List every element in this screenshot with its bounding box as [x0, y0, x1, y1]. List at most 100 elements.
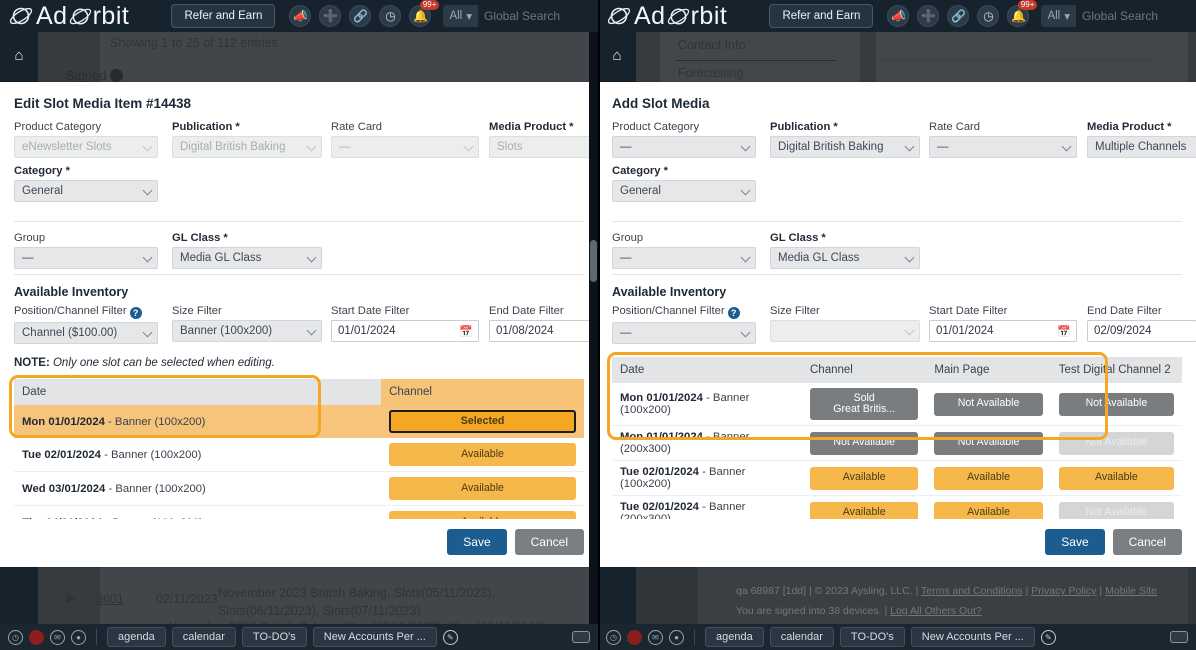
left-bg-row-id[interactable]: 3601	[96, 592, 124, 606]
taskbar-btn-agenda[interactable]: agenda	[705, 627, 764, 647]
taskbar-btn-calendar[interactable]: calendar	[769, 627, 834, 647]
rate-card-select[interactable]: —	[929, 136, 1077, 158]
category-select[interactable]: General	[612, 180, 756, 202]
slot-status-notavail-light[interactable]: Not Available	[1058, 431, 1174, 455]
stop-icon[interactable]: ■	[627, 629, 642, 645]
link-icon[interactable]: 🔗	[349, 5, 372, 27]
calendar-icon[interactable]: 📅	[1057, 325, 1071, 338]
slot-status-avail[interactable]: Available	[1058, 466, 1174, 490]
plus-icon[interactable]: ➕	[917, 5, 940, 27]
slot-status-notavail[interactable]: Not Available	[934, 392, 1043, 416]
size-filter-field[interactable]: Size Filter Banner (100x200)	[172, 305, 322, 342]
publication-select[interactable]: Digital British Baking	[770, 136, 920, 158]
end-date-filter-input[interactable]: 01/08/2024	[489, 320, 598, 342]
right-tab-forecasting[interactable]: Forecasting	[678, 66, 743, 80]
group-field[interactable]: Group —	[14, 232, 158, 269]
search-scope-select[interactable]: All ▾	[1041, 5, 1076, 27]
brand-logo[interactable]: Ad rbit	[0, 2, 171, 31]
plus-icon[interactable]: ➕	[319, 5, 342, 27]
product-category-field[interactable]: Product Category —	[612, 121, 756, 158]
media-product-field[interactable]: Media Product * Slots	[489, 121, 598, 158]
position-channel-filter-select[interactable]: —	[612, 322, 756, 344]
position-channel-filter-field[interactable]: Position/Channel Filter? Channel ($100.0…	[14, 305, 158, 344]
bell-icon[interactable]: 🔔 99+	[409, 0, 440, 27]
start-date-filter-field[interactable]: Start Date Filter 01/01/2024 📅	[929, 305, 1077, 342]
clock-icon[interactable]: ◷	[8, 629, 23, 645]
privacy-link[interactable]: Privacy Policy	[1031, 585, 1096, 597]
taskbar-btn-calendar[interactable]: calendar	[171, 627, 236, 647]
megaphone-icon[interactable]: 📣	[887, 5, 910, 27]
slot-status-avail[interactable]: Available	[934, 466, 1043, 490]
group-select[interactable]: —	[612, 247, 756, 269]
taskbar-btn-new-accounts[interactable]: New Accounts Per ...	[312, 627, 437, 647]
rate-card-select[interactable]: —	[331, 136, 479, 158]
clock-icon[interactable]: ◷	[977, 5, 1000, 27]
size-filter-select[interactable]	[770, 320, 920, 342]
chat-icon[interactable]	[572, 631, 590, 643]
position-channel-filter-select[interactable]: Channel ($100.00)	[14, 322, 158, 344]
terms-link[interactable]: Terms and Conditions	[921, 585, 1023, 597]
refer-and-earn-button[interactable]: Refer and Earn	[769, 4, 874, 28]
start-date-filter-field[interactable]: Start Date Filter 01/01/2024 📅	[331, 305, 479, 342]
right-tab-contact-info[interactable]: Contact Info	[678, 38, 745, 52]
media-product-select[interactable]: Slots	[489, 136, 598, 158]
bell-icon[interactable]: 🔔 99+	[1007, 0, 1038, 27]
gl-class-select[interactable]: Media GL Class	[770, 247, 920, 269]
mail-icon[interactable]: ✉	[648, 629, 663, 645]
publication-select[interactable]: Digital British Baking	[172, 136, 322, 158]
category-field[interactable]: Category * General	[612, 165, 756, 202]
media-product-field[interactable]: Media Product * Multiple Channels	[1087, 121, 1196, 158]
end-date-filter-field[interactable]: End Date Filter 02/09/2024	[1087, 305, 1196, 342]
chat-icon[interactable]	[1170, 631, 1188, 643]
product-category-select[interactable]: —	[612, 136, 756, 158]
cancel-button[interactable]: Cancel	[1112, 529, 1182, 555]
taskbar-btn-todos[interactable]: TO-DO's	[839, 627, 905, 647]
cancel-button[interactable]: Cancel	[514, 529, 584, 555]
end-date-filter-input[interactable]: 02/09/2024	[1087, 320, 1196, 342]
palette-icon[interactable]: ●	[669, 629, 684, 645]
mail-icon[interactable]: ✉	[50, 629, 65, 645]
search-input[interactable]	[478, 5, 598, 27]
brand-logo[interactable]: Ad rbit	[598, 2, 769, 31]
gl-class-select[interactable]: Media GL Class	[172, 247, 322, 269]
link-icon[interactable]: 🔗	[947, 5, 970, 27]
pencil-icon[interactable]: ✎	[442, 629, 458, 645]
publication-field[interactable]: Publication * Digital British Baking	[172, 121, 322, 158]
palette-icon[interactable]: ●	[71, 629, 86, 645]
refer-and-earn-button[interactable]: Refer and Earn	[171, 4, 276, 28]
start-date-filter-input[interactable]: 01/01/2024 📅	[929, 320, 1077, 342]
save-button[interactable]: Save	[447, 529, 507, 555]
calendar-icon[interactable]: 📅	[459, 325, 473, 338]
rate-card-field[interactable]: Rate Card —	[331, 121, 479, 158]
taskbar-btn-todos[interactable]: TO-DO's	[241, 627, 307, 647]
megaphone-icon[interactable]: 📣	[289, 5, 312, 27]
group-select[interactable]: —	[14, 247, 158, 269]
help-icon[interactable]: ?	[727, 307, 740, 319]
position-channel-filter-field[interactable]: Position/Channel Filter? —	[612, 305, 756, 344]
product-category-select[interactable]: eNewsletter Slots	[14, 136, 158, 158]
home-icon[interactable]: ⌂	[0, 38, 38, 72]
taskbar-btn-agenda[interactable]: agenda	[107, 627, 166, 647]
end-date-filter-field[interactable]: End Date Filter 01/08/2024	[489, 305, 598, 342]
size-filter-select[interactable]: Banner (100x200)	[172, 320, 322, 342]
slot-status-avail[interactable]: Available	[389, 443, 576, 466]
gl-class-field[interactable]: GL Class * Media GL Class	[172, 232, 322, 269]
left-scrollbar[interactable]	[589, 32, 598, 624]
slot-status-notavail[interactable]: Not Available	[934, 431, 1043, 455]
taskbar-btn-new-accounts[interactable]: New Accounts Per ...	[910, 627, 1035, 647]
clock-icon[interactable]: ◷	[379, 5, 402, 27]
log-others-out-link[interactable]: Log All Others Out?	[890, 605, 982, 617]
media-product-select[interactable]: Multiple Channels	[1087, 136, 1196, 158]
gl-class-field[interactable]: GL Class * Media GL Class	[770, 232, 920, 269]
rate-card-field[interactable]: Rate Card —	[929, 121, 1077, 158]
slot-status-notavail[interactable]: Not Available	[810, 431, 919, 455]
size-filter-field[interactable]: Size Filter	[770, 305, 920, 342]
clock-icon[interactable]: ◷	[606, 629, 621, 645]
search-scope-select[interactable]: All ▾	[443, 5, 478, 27]
group-field[interactable]: Group —	[612, 232, 756, 269]
save-button[interactable]: Save	[1045, 529, 1105, 555]
left-scrollbar-thumb[interactable]	[590, 240, 597, 282]
slot-status-avail[interactable]: Available	[810, 466, 919, 490]
slot-status-notavail[interactable]: Not Available	[1058, 392, 1174, 416]
mobile-site-link[interactable]: Mobile Site	[1105, 585, 1157, 597]
